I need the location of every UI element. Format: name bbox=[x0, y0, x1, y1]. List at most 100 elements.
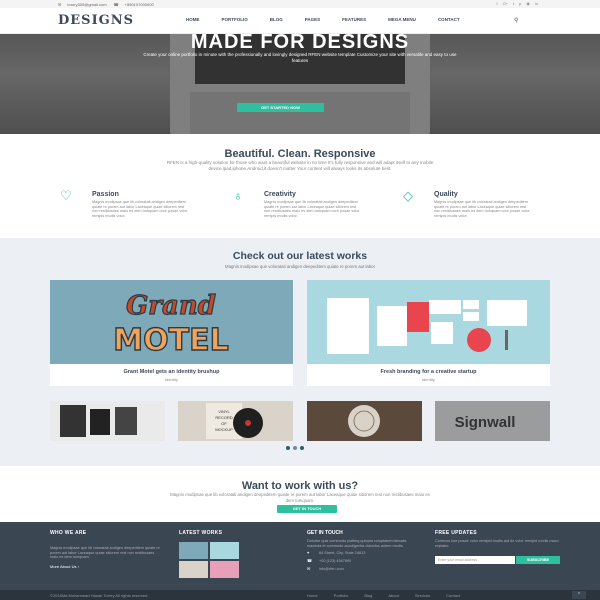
social-links: f G+ t p ◉ in bbox=[496, 1, 538, 6]
carousel-dots bbox=[286, 446, 304, 450]
carousel-dot[interactable] bbox=[293, 446, 297, 450]
topbar-email[interactable]: torory300@gmail.com bbox=[67, 2, 106, 7]
svg-text:MOCKUP: MOCKUP bbox=[215, 427, 233, 432]
twitter-icon[interactable]: t bbox=[513, 1, 514, 6]
footer-link-contact[interactable]: Contact bbox=[446, 593, 460, 598]
nav-item-contact[interactable]: CONTACT bbox=[438, 17, 460, 22]
svg-text:Signwall: Signwall bbox=[455, 414, 516, 431]
more-about-link[interactable]: More About Us › bbox=[50, 564, 160, 569]
footer-heading: LATEST WORKS bbox=[179, 530, 223, 536]
work-thumb-signwall[interactable]: Signwall bbox=[435, 401, 550, 441]
work-card-image: Grand MOTEL bbox=[50, 280, 293, 364]
feature-text: Magnis modipsae que lib voloratati andig… bbox=[434, 200, 530, 218]
svg-text:VINYL: VINYL bbox=[218, 409, 230, 414]
work-thumb-vinyl[interactable]: VINYL RECORD OF MOCKUP bbox=[178, 401, 293, 441]
search-icon[interactable]: ⚲ bbox=[514, 17, 518, 24]
footer-address: ⌖ 84 Street, City, State 24813 bbox=[307, 551, 366, 556]
footer-link-home[interactable]: Home bbox=[307, 593, 318, 598]
rss-icon[interactable]: ◉ bbox=[526, 1, 530, 6]
main-menu: HOME PORTFOLIO BLOG PAGES FEATURES MEGA … bbox=[186, 17, 460, 22]
art-text-grand: Grand bbox=[126, 291, 216, 321]
nav-item-home[interactable]: HOME bbox=[186, 17, 200, 22]
works-subtitle: Magnis modipsae que voloratati andigen d… bbox=[224, 264, 375, 269]
logo[interactable]: DESIGNS bbox=[58, 13, 134, 28]
work-thumb-stationery[interactable] bbox=[50, 401, 165, 441]
scroll-top-icon[interactable]: ⌃ bbox=[572, 591, 586, 599]
intro-text: RFEN is a high-quality solution for thos… bbox=[166, 160, 434, 171]
footer-who-text: Magnis modipsae que lib voloratati andig… bbox=[50, 546, 160, 560]
footer-get-in-touch: GET IN TOUCH Dolorbe quis commodo platti… bbox=[307, 530, 417, 571]
nav-item-mega-menu[interactable]: MEGA MENU bbox=[388, 17, 416, 22]
feature-title: Passion bbox=[92, 191, 119, 198]
footer-latest-works: LATEST WORKS bbox=[179, 530, 249, 536]
nav-item-pages[interactable]: PAGES bbox=[305, 17, 320, 22]
email-icon: ✉ bbox=[307, 567, 311, 572]
footer-who-we-are: WHO WE ARE Magnis modipsae que lib volor… bbox=[50, 530, 160, 569]
get-started-button[interactable]: GET STARTED NOW bbox=[237, 103, 324, 112]
work-thumb-badge[interactable] bbox=[307, 401, 422, 441]
svg-text:OF: OF bbox=[221, 421, 227, 426]
feature-text: Magnis modipsae que lib voloratati andig… bbox=[92, 200, 188, 218]
email-icon: ✉ bbox=[58, 2, 62, 7]
footer-free-updates: FREE UPDATES Conecus iure posae volor re… bbox=[435, 530, 560, 548]
footer-heading: FREE UPDATES bbox=[435, 530, 477, 536]
work-card-title[interactable]: Fresh branding for a creative startup bbox=[307, 369, 550, 375]
facebook-icon[interactable]: f bbox=[496, 1, 497, 6]
branding-mockup-artwork bbox=[307, 280, 550, 364]
work-card-category: identity bbox=[165, 377, 178, 382]
newsletter-email-input[interactable]: Enter your email address bbox=[435, 556, 515, 564]
cta-text: Magnis modipsae que lib voloratati andig… bbox=[170, 492, 430, 503]
location-icon: ⌖ bbox=[307, 551, 310, 556]
work-card-grand-motel[interactable]: Grand MOTEL Grant Motel gets an identity… bbox=[50, 280, 293, 386]
footer-work-thumb[interactable] bbox=[179, 561, 208, 578]
footer-work-thumb[interactable] bbox=[210, 561, 239, 578]
work-card-title[interactable]: Grant Motel gets an identity brushup bbox=[50, 369, 293, 375]
heart-icon: ♡ bbox=[60, 188, 72, 203]
feature-title: Creativity bbox=[264, 191, 296, 198]
google-plus-icon[interactable]: G+ bbox=[503, 1, 508, 6]
footer-heading: GET IN TOUCH bbox=[307, 530, 343, 536]
carousel-dot[interactable] bbox=[300, 446, 304, 450]
footer-link-about[interactable]: About bbox=[388, 593, 398, 598]
linkedin-icon[interactable]: in bbox=[535, 1, 538, 6]
bottom-bar: ©2016Md.Mohammad Hasan Torrey All rights… bbox=[0, 590, 600, 600]
svg-text:RECORD: RECORD bbox=[215, 415, 232, 420]
copyright: ©2016Md.Mohammad Hasan Torrey All rights… bbox=[50, 593, 149, 598]
art-text-motel: MOTEL bbox=[113, 323, 228, 358]
lightbulb-icon: ♁ bbox=[233, 188, 243, 203]
intro-title: Beautiful. Clean. Responsive bbox=[224, 148, 376, 160]
cta-title: Want to work with us? bbox=[241, 480, 359, 492]
hero-title: MADE FOR DESIGNS bbox=[190, 31, 410, 53]
pinterest-icon[interactable]: p bbox=[519, 1, 521, 6]
footer-touch-text: Dolorbe quis commodo platting quiopta vo… bbox=[307, 539, 407, 548]
topbar: ✉ torory300@gmail.com ☎ +880107000000 f G+… bbox=[0, 0, 600, 8]
nav-item-blog[interactable]: BLOG bbox=[270, 17, 283, 22]
grand-motel-artwork: Grand MOTEL bbox=[50, 280, 293, 364]
nav-item-features[interactable]: FEATURES bbox=[342, 17, 366, 22]
diamond-icon: ◇ bbox=[403, 188, 413, 203]
topbar-contact: ✉ torory300@gmail.com ☎ +880107000000 bbox=[58, 2, 160, 7]
subscribe-button[interactable]: SUBSCRIBE bbox=[516, 556, 560, 564]
nav-item-portfolio[interactable]: PORTFOLIO bbox=[222, 17, 248, 22]
footer-updates-text: Conecus iure posae volor remipid modis a… bbox=[435, 539, 559, 548]
footer-heading: WHO WE ARE bbox=[50, 530, 87, 536]
carousel-dot[interactable] bbox=[286, 446, 290, 450]
footer-email: ✉ info@rfen.com bbox=[307, 567, 344, 572]
phone-icon: ☎ bbox=[307, 559, 312, 564]
feature-title: Quality bbox=[434, 191, 458, 198]
footer-link-services[interactable]: Services bbox=[415, 593, 430, 598]
work-card-fresh-branding[interactable]: Fresh branding for a creative startup id… bbox=[307, 280, 550, 386]
topbar-phone: +880107000000 bbox=[124, 2, 154, 7]
phone-icon: ☎ bbox=[113, 2, 119, 7]
footer-work-thumb[interactable] bbox=[210, 542, 239, 559]
work-card-image bbox=[307, 280, 550, 364]
footer-link-portfolio[interactable]: Portfolio bbox=[334, 593, 349, 598]
get-in-touch-button[interactable]: GET IN TOUCH bbox=[277, 505, 337, 513]
footer-phone: ☎ +00 (123) 4567890 bbox=[307, 559, 352, 564]
footer-work-thumb[interactable] bbox=[179, 542, 208, 559]
work-card-category: identity bbox=[422, 377, 435, 382]
latest-works-section: Check out our latest works Magnis modips… bbox=[0, 238, 600, 466]
feature-text: Magnis modipsae que lib voloratati andig… bbox=[264, 200, 360, 218]
footer-link-blog[interactable]: Blog bbox=[364, 593, 372, 598]
hero-subtitle: Create your online portfolio in minute w… bbox=[143, 52, 457, 63]
